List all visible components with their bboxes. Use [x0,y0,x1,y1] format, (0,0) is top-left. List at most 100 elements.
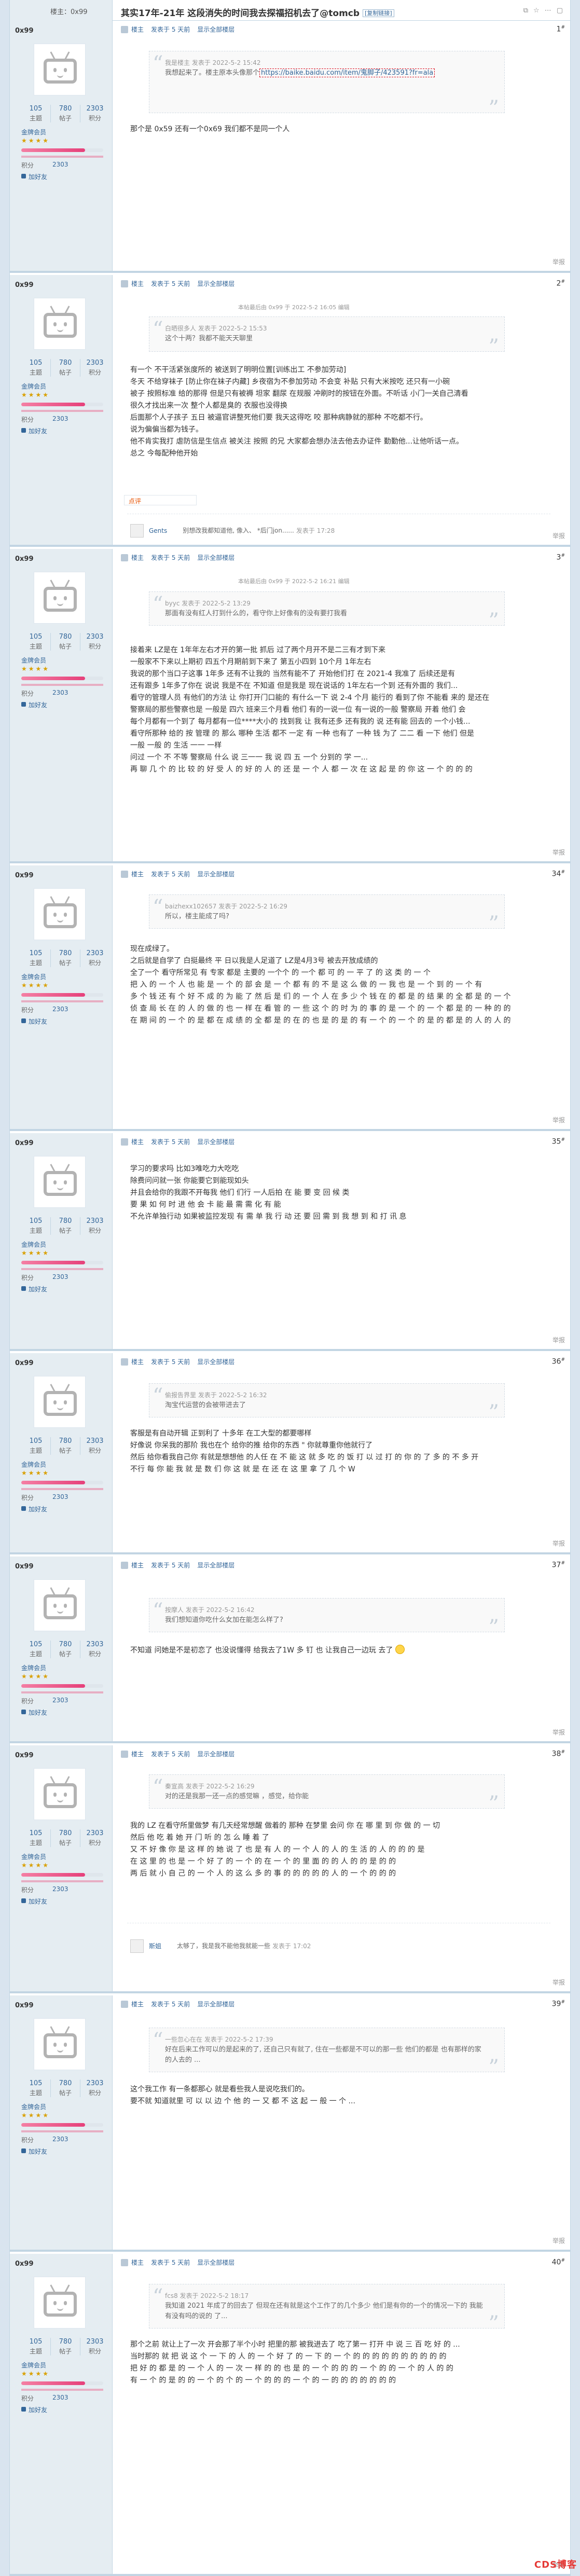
stat-topics[interactable]: 105 主题 [21,1829,51,1847]
report-link[interactable]: 举报 [553,1335,565,1344]
show-all-floors-link[interactable]: 显示全部楼层 [197,1138,234,1146]
stat-topics[interactable]: 105 主题 [21,1641,51,1658]
stat-topics[interactable]: 105 主题 [21,105,51,122]
show-all-floors-link[interactable]: 显示全部楼层 [197,2001,234,2008]
stat-posts[interactable]: 780 帖子 [51,2338,80,2355]
stat-points[interactable]: 2303 积分 [80,2079,109,2097]
floor-number[interactable]: 39# [552,2000,565,2008]
floor-number[interactable]: 1# [557,25,565,34]
only-author-link[interactable]: 楼主 [131,2001,144,2008]
stat-topics[interactable]: 105 主题 [21,1437,51,1455]
floor-number[interactable]: 35# [552,1137,565,1146]
report-link[interactable]: 举报 [553,1978,565,1987]
show-all-floors-link[interactable]: 显示全部楼层 [197,1358,234,1366]
stat-topics[interactable]: 105 主题 [21,2079,51,2097]
stat-points[interactable]: 2303 积分 [80,105,109,122]
floor-number[interactable]: 2# [557,279,565,288]
stat-posts[interactable]: 780 帖子 [51,1829,80,1847]
stat-topics[interactable]: 105 主题 [21,2338,51,2355]
stat-points[interactable]: 2303 积分 [80,359,109,377]
comment-avatar[interactable] [130,1939,144,1953]
rate-box[interactable]: 点评 [124,495,197,505]
member-rank[interactable]: 金牌会员 [21,2361,46,2370]
avatar[interactable] [34,2277,86,2329]
quote-author[interactable]: 我是楼主 发表于 2022-5-2 15:42 [165,58,484,68]
stat-posts[interactable]: 780 帖子 [51,1437,80,1455]
floor-number[interactable]: 3# [557,553,565,562]
avatar[interactable] [34,888,86,940]
quote-author[interactable]: fcs8 发表于 2022-5-2 18:17 [165,2291,484,2301]
add-friend-button[interactable]: 加好友 [21,1897,47,1906]
author-name[interactable]: 0x99 [15,555,34,563]
stat-points[interactable]: 2303 积分 [80,1437,109,1455]
quote-author[interactable]: 白晒很多人 发表于 2022-5-2 15:53 [165,323,484,334]
print-icon[interactable]: ⧉ [523,7,528,15]
add-friend-button[interactable]: 加好友 [21,1285,47,1293]
member-rank[interactable]: 金牌会员 [21,1663,46,1672]
more-icon[interactable]: ⋯ [545,7,551,15]
only-author-link[interactable]: 楼主 [131,1751,144,1758]
member-rank[interactable]: 金牌会员 [21,1460,46,1469]
report-link[interactable]: 举报 [553,1539,565,1548]
add-friend-button[interactable]: 加好友 [21,426,47,435]
floor-number[interactable]: 40# [552,2258,565,2267]
add-friend-button[interactable]: 加好友 [21,2405,47,2414]
favorite-icon[interactable]: ☆ [533,7,540,15]
add-friend-button[interactable]: 加好友 [21,2147,47,2156]
quote-author[interactable]: 按摩人 发表于 2022-5-2 16:42 [165,1605,484,1615]
author-name[interactable]: 0x99 [15,1359,34,1367]
report-link[interactable]: 举报 [553,848,565,857]
avatar[interactable] [34,1579,86,1631]
add-friend-button[interactable]: 加好友 [21,1017,47,1026]
only-author-link[interactable]: 楼主 [131,26,144,33]
stat-points[interactable]: 2303 积分 [80,949,109,967]
stat-topics[interactable]: 105 主题 [21,949,51,967]
only-author-link[interactable]: 楼主 [131,1138,144,1146]
avatar[interactable] [34,44,86,95]
stat-topics[interactable]: 105 主题 [21,359,51,377]
show-all-floors-link[interactable]: 显示全部楼层 [197,1562,234,1569]
only-author-link[interactable]: 楼主 [131,871,144,878]
author-name[interactable]: 0x99 [15,1563,34,1571]
member-rank[interactable]: 金牌会员 [21,128,46,136]
window-icon[interactable]: ▢ [557,7,563,15]
stat-posts[interactable]: 780 帖子 [51,2079,80,2097]
stat-points[interactable]: 2303 积分 [80,2338,109,2355]
avatar[interactable] [34,572,86,624]
stat-posts[interactable]: 780 帖子 [51,1641,80,1658]
show-all-floors-link[interactable]: 显示全部楼层 [197,280,234,287]
stat-posts[interactable]: 780 帖子 [51,359,80,377]
member-rank[interactable]: 金牌会员 [21,1852,46,1861]
quote-author[interactable]: 一些忽心在在 发表于 2022-5-2 17:39 [165,2034,484,2045]
quote-author[interactable]: byyc 发表于 2022-5-2 13:29 [165,598,484,609]
stat-posts[interactable]: 780 帖子 [51,633,80,651]
show-all-floors-link[interactable]: 显示全部楼层 [197,554,234,561]
only-author-link[interactable]: 楼主 [131,554,144,561]
only-author-link[interactable]: 楼主 [131,280,144,287]
quote-link[interactable]: https://baike.baidu.com/item/鬼脚子/423591?… [259,68,435,77]
avatar[interactable] [34,1768,86,1820]
stat-points[interactable]: 2303 积分 [80,1217,109,1235]
stat-points[interactable]: 2303 积分 [80,633,109,651]
floor-number[interactable]: 34# [552,870,565,878]
quote-author[interactable]: 偷报告界里 发表于 2022-5-2 16:32 [165,1390,484,1400]
avatar[interactable] [34,1376,86,1428]
stat-posts[interactable]: 780 帖子 [51,949,80,967]
stat-posts[interactable]: 780 帖子 [51,1217,80,1235]
stat-topics[interactable]: 105 主题 [21,1217,51,1235]
stat-topics[interactable]: 105 主题 [21,633,51,651]
add-friend-button[interactable]: 加好友 [21,172,47,181]
report-link[interactable]: 举报 [553,531,565,540]
only-author-link[interactable]: 楼主 [131,1358,144,1366]
member-rank[interactable]: 金牌会员 [21,656,46,665]
floor-number[interactable]: 38# [552,1750,565,1758]
show-all-floors-link[interactable]: 显示全部楼层 [197,2259,234,2266]
author-name[interactable]: 0x99 [15,1139,34,1147]
floor-number[interactable]: 36# [552,1357,565,1366]
author-name[interactable]: 0x99 [15,872,34,879]
show-all-floors-link[interactable]: 显示全部楼层 [197,26,234,33]
add-friend-button[interactable]: 加好友 [21,1505,47,1513]
add-friend-button[interactable]: 加好友 [21,1708,47,1717]
stat-points[interactable]: 2303 积分 [80,1641,109,1658]
floor-number[interactable]: 37# [552,1561,565,1569]
